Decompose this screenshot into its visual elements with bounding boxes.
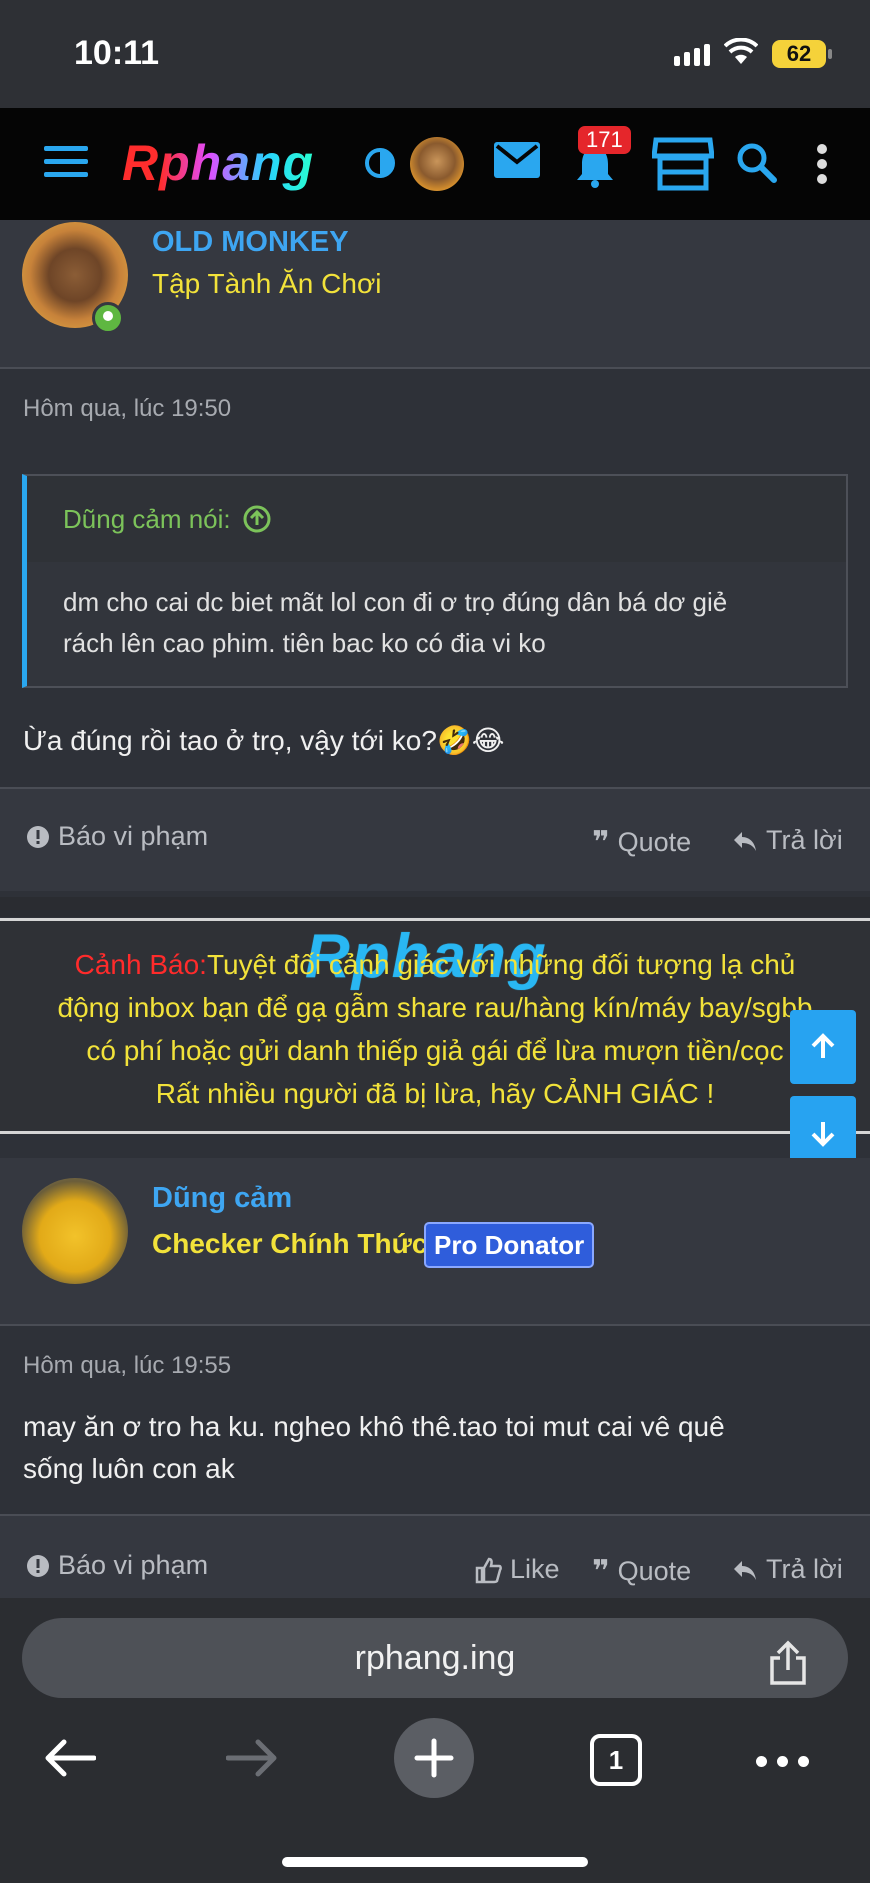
user-avatar[interactable] — [410, 137, 464, 191]
status-bar: 10:11 62 — [0, 0, 870, 108]
warning-line: Cảnh Báo:Tuyệt đối cảnh giác với những đ… — [74, 949, 796, 980]
quote-header[interactable]: Dũng cảm nói: — [27, 476, 846, 562]
report-label: Báo vi phạm — [58, 1550, 209, 1580]
store-icon[interactable] — [652, 136, 714, 192]
reply-label: Trả lời — [766, 825, 843, 855]
author-username[interactable]: OLD MONKEY — [152, 226, 349, 259]
quote-body: dm cho cai dc biet mãt lol con đi ơ trọ … — [27, 562, 846, 684]
cellular-signal-icon — [674, 44, 710, 66]
warning-label: Cảnh Báo: — [74, 949, 207, 980]
reply-label: Trả lời — [766, 1554, 843, 1584]
reply-icon — [734, 831, 756, 851]
quote-mark-icon: ❞ — [592, 826, 610, 859]
mail-icon[interactable] — [494, 142, 540, 178]
quote-button[interactable]: ❞ Quote — [592, 825, 691, 860]
report-button[interactable]: Báo vi phạm — [26, 821, 208, 852]
forward-arrow-icon[interactable] — [226, 1738, 278, 1778]
post-text-line: may ăn ơ tro ha ku. ngheo khô thê.tao to… — [23, 1411, 725, 1442]
warning-line: có phí hoặc gửi danh thiếp giả gái để lừ… — [86, 1035, 784, 1066]
hamburger-menu-icon[interactable] — [44, 146, 88, 180]
author-title: Checker Chính Thức — [152, 1228, 428, 1259]
back-arrow-icon[interactable] — [44, 1738, 96, 1778]
arrow-up-circle-icon[interactable] — [243, 505, 271, 533]
arrow-down-icon — [811, 1122, 835, 1147]
online-status-icon — [92, 302, 124, 334]
more-options-icon[interactable] — [756, 1756, 809, 1767]
author-title: Tập Tành Ăn Chơi — [152, 268, 382, 299]
like-button[interactable]: Like — [474, 1554, 560, 1585]
wifi-icon — [724, 38, 758, 64]
warning-line: động inbox bạn để gạ gẫm share rau/hàng … — [57, 992, 813, 1023]
new-tab-button[interactable] — [394, 1718, 474, 1798]
theme-toggle-icon[interactable] — [364, 147, 396, 179]
reply-icon — [734, 1560, 756, 1580]
post-actions: Báo vi phạm Like ❞ Quote Trả lời — [0, 1516, 870, 1598]
warning-banner: Rphang Cảnh Báo:Tuyệt đối cảnh giác với … — [0, 918, 870, 1134]
quote-label: Quote — [617, 1556, 692, 1586]
post-body: may ăn ơ tro ha ku. ngheo khô thê.tao to… — [23, 1406, 725, 1490]
like-label: Like — [510, 1554, 560, 1584]
status-time: 10:11 — [74, 34, 160, 72]
quote-label: Quote — [617, 827, 692, 857]
reply-button[interactable]: Trả lời — [732, 825, 843, 856]
share-icon[interactable] — [768, 1640, 808, 1686]
url-text: rphang.ing — [354, 1638, 516, 1677]
quote-text-line: dm cho cai dc biet mãt lol con đi ơ trọ … — [63, 587, 728, 617]
post-actions: Báo vi phạm ❞ Quote Trả lời — [0, 789, 870, 891]
scroll-to-top-button[interactable] — [790, 1010, 856, 1084]
quote-button[interactable]: ❞ Quote — [592, 1554, 691, 1589]
post-timestamp[interactable]: Hôm qua, lúc 19:50 — [23, 395, 231, 423]
divider — [0, 367, 870, 369]
quote-text-line: rách lên cao phim. tiên bac ko có đia vi… — [63, 628, 546, 658]
tabs-button[interactable]: 1 — [590, 1734, 642, 1786]
report-button[interactable]: Báo vi phạm — [26, 1550, 208, 1581]
battery-indicator: 62 — [772, 40, 832, 68]
notification-count-badge: 171 — [578, 126, 631, 154]
browser-toolbar: rphang.ing 1 — [0, 1598, 870, 1883]
quote-author: Dũng cảm nói: — [63, 503, 231, 534]
address-bar[interactable]: rphang.ing — [22, 1618, 848, 1698]
post-body: Ừa đúng rồi tao ở trọ, vậy tới ko?🤣😂 — [23, 725, 505, 756]
author-username[interactable]: Dũng cảm — [152, 1182, 292, 1215]
reply-button[interactable]: Trả lời — [732, 1554, 843, 1585]
alert-icon — [27, 825, 49, 848]
divider — [0, 1324, 870, 1326]
alert-icon — [27, 1554, 49, 1577]
quote-mark-icon: ❞ — [592, 1555, 610, 1588]
home-indicator[interactable] — [282, 1857, 588, 1867]
pro-donator-badge: Pro Donator — [424, 1222, 595, 1268]
quote-block: Dũng cảm nói: dm cho cai dc biet mãt lol… — [22, 474, 848, 688]
post-timestamp[interactable]: Hôm qua, lúc 19:55 — [23, 1352, 231, 1380]
arrow-up-icon — [811, 1033, 835, 1058]
plus-icon — [414, 1738, 454, 1778]
post-text-line: sống luôn con ak — [23, 1453, 235, 1484]
warning-line: Rất nhiều người đã bị lừa, hãy CẢNH GIÁC… — [155, 1078, 715, 1109]
more-vertical-icon[interactable] — [816, 143, 828, 185]
thumbs-up-icon — [475, 1557, 502, 1583]
spacer — [0, 897, 870, 917]
search-icon[interactable] — [736, 142, 778, 184]
report-label: Báo vi phạm — [58, 821, 209, 851]
post-author-header: Dũng cảm Checker Chính Thức Pro Donator — [0, 1158, 870, 1326]
author-avatar[interactable] — [22, 1178, 128, 1284]
post-author-header: OLD MONKEY Tập Tành Ăn Chơi — [0, 220, 870, 368]
site-logo[interactable]: Rphang — [122, 134, 314, 192]
